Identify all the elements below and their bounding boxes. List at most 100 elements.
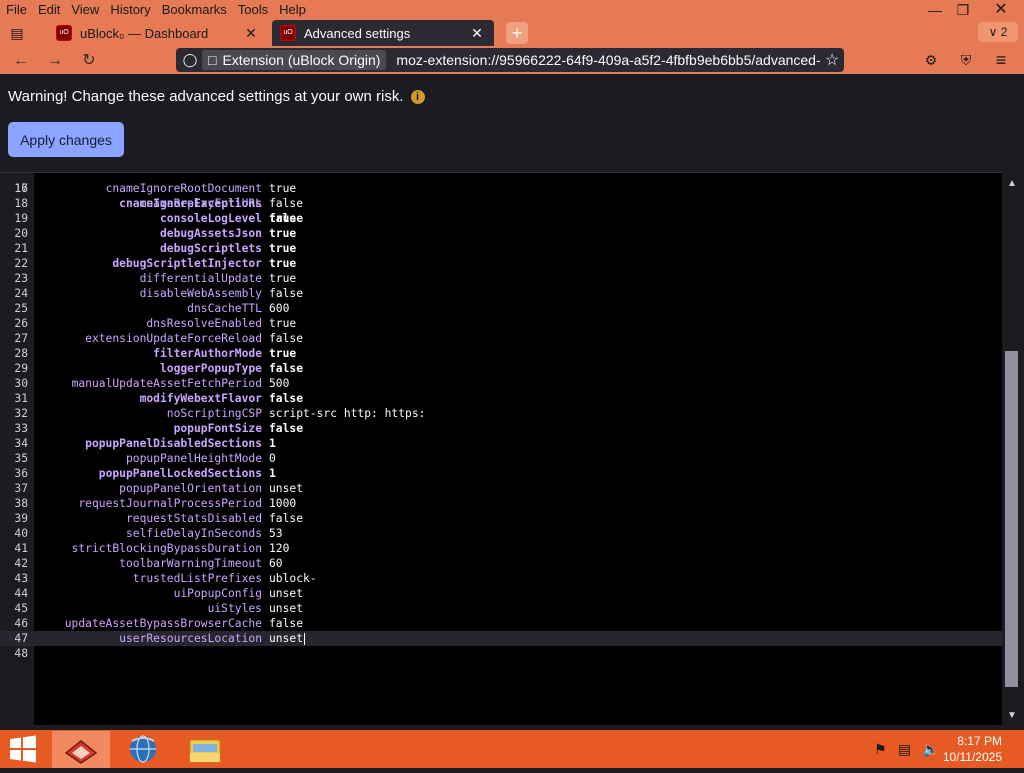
editor-line[interactable]: 26 dnsResolveEnabled true (0, 316, 1002, 331)
setting-value[interactable]: 600 (269, 301, 289, 316)
new-tab-icon[interactable]: + (506, 22, 528, 44)
setting-value[interactable]: unset (269, 601, 303, 616)
editor-line[interactable]: 34 popupPanelDisabledSections 1 (0, 436, 1002, 451)
editor-line[interactable]: 47 userResourcesLocation unset (0, 631, 1002, 646)
setting-value[interactable]: 1 (269, 436, 276, 451)
editor-line[interactable]: 44 uiPopupConfig unset (0, 586, 1002, 601)
setting-value[interactable]: false (269, 331, 303, 346)
editor-line[interactable]: 33 popupFontSize false (0, 421, 1002, 436)
menu-history[interactable]: History (104, 0, 155, 20)
setting-value[interactable]: false (269, 196, 303, 211)
setting-value[interactable]: false (269, 361, 303, 376)
menu-tools[interactable]: Tools (232, 0, 273, 20)
volume-icon[interactable]: 🔈 (922, 741, 939, 758)
editor-line[interactable]: 37 popupPanelOrientation unset (0, 481, 1002, 496)
editor-line[interactable]: 48 (0, 646, 1002, 661)
editor-line[interactable]: 45 uiStyles unset (0, 601, 1002, 616)
editor-line[interactable]: 42 toolbarWarningTimeout 60 (0, 556, 1002, 571)
forward-icon[interactable]: → (44, 50, 66, 72)
setting-value[interactable]: false (269, 511, 303, 526)
setting-value[interactable]: ublock- (269, 571, 317, 586)
menu-edit[interactable]: Edit (32, 0, 65, 20)
url-bar[interactable]: ◯ □ Extension (uBlock Origin) moz-extens… (176, 48, 844, 72)
setting-value[interactable]: 1000 (269, 496, 296, 511)
editor-line[interactable]: 20 debugAssetsJson true (0, 226, 1002, 241)
editor-line[interactable]: 24 disableWebAssembly false (0, 286, 1002, 301)
setting-value[interactable]: 500 (269, 376, 289, 391)
setting-value[interactable]: true (269, 271, 296, 286)
setting-value[interactable]: 0 (269, 451, 276, 466)
editor-line[interactable]: 30 manualUpdateAssetFetchPeriod 500 (0, 376, 1002, 391)
editor-line[interactable]: 28 filterAuthorMode true (0, 346, 1002, 361)
editor-line[interactable]: 38 requestJournalProcessPeriod 1000 (0, 496, 1002, 511)
menu-view[interactable]: View (65, 0, 104, 20)
editor-line[interactable]: 18 cnameReplayFullURL false (0, 196, 1002, 211)
editor-line[interactable]: 21 debugScriptlets true (0, 241, 1002, 256)
setting-value[interactable]: true (269, 256, 296, 271)
network-icon[interactable]: ▤ (898, 741, 911, 758)
editor-line[interactable]: 29 loggerPopupType false (0, 361, 1002, 376)
editor-line[interactable]: 36 popupPanelLockedSections 1 (0, 466, 1002, 481)
tab-advanced-settings[interactable]: uO Advanced settings ✕ (272, 20, 494, 46)
setting-value[interactable]: false (269, 391, 303, 406)
setting-value[interactable]: 60 (269, 556, 283, 571)
setting-value[interactable]: unset (269, 481, 303, 496)
settings-editor[interactable]: 16 cnameIgnoreExceptions true 17 cnameIgn… (0, 172, 1002, 725)
editor-line[interactable]: 27 extensionUpdateForceReload false (0, 331, 1002, 346)
setting-value[interactable]: false (269, 421, 303, 436)
taskbar-firefox-app[interactable] (52, 731, 110, 768)
reload-icon[interactable]: ↻ (78, 50, 100, 72)
tab-close-icon[interactable]: ✕ (244, 25, 258, 42)
menu-bookmarks[interactable]: Bookmarks (156, 0, 232, 20)
setting-value[interactable]: 1 (269, 466, 276, 481)
setting-value[interactable]: unset (269, 631, 303, 646)
back-icon[interactable]: ← (10, 50, 32, 72)
editor-line[interactable]: 39 requestStatsDisabled false (0, 511, 1002, 526)
editor-line[interactable]: 43 trustedListPrefixes ublock- (0, 571, 1002, 586)
editor-line[interactable]: 41 strictBlockingBypassDuration 120 (0, 541, 1002, 556)
editor-line[interactable]: 31 modifyWebextFlavor false (0, 391, 1002, 406)
editor-line[interactable]: 46 updateAssetBypassBrowserCache false (0, 616, 1002, 631)
editor-line[interactable]: 40 selfieDelayInSeconds 53 (0, 526, 1002, 541)
setting-value[interactable]: true (269, 346, 296, 361)
setting-value[interactable]: true (269, 226, 296, 241)
hamburger-menu-icon[interactable]: ≡ (990, 50, 1012, 70)
tab-ublock-dashboard[interactable]: uO uBlock₀ — Dashboard ✕ (48, 20, 268, 46)
tab-close-icon[interactable]: ✕ (470, 25, 484, 42)
action-center-flag-icon[interactable]: ⚑ (874, 741, 887, 758)
setting-value[interactable]: true (269, 241, 296, 256)
close-window-icon[interactable]: ✕ (986, 0, 1016, 20)
identity-box[interactable]: □ Extension (uBlock Origin) (202, 50, 387, 70)
scrollbar-thumb[interactable] (1005, 351, 1018, 687)
extensions-icon[interactable]: ⚙ (920, 50, 942, 70)
editor-line[interactable]: 25 dnsCacheTTL 600 (0, 301, 1002, 316)
menu-help[interactable]: Help (273, 0, 311, 20)
setting-value[interactable]: unset (269, 586, 303, 601)
minimize-icon[interactable]: — (920, 0, 950, 20)
menu-file[interactable]: File (0, 0, 32, 20)
tracking-protection-icon[interactable]: ◯ (182, 52, 198, 68)
editor-line[interactable]: 32 noScriptingCSP script-src http: https: (0, 406, 1002, 421)
restore-icon[interactable]: ❐ (948, 0, 978, 20)
setting-value[interactable]: script-src http: https: (269, 406, 425, 421)
setting-value[interactable]: false (269, 286, 303, 301)
editor-line[interactable]: 22 debugScriptletInjector true (0, 256, 1002, 271)
list-all-tabs-button[interactable]: ∨ 2 (978, 22, 1018, 42)
scroll-down-icon[interactable]: ▼ (1004, 710, 1020, 721)
taskbar-file-explorer-app[interactable] (176, 731, 234, 768)
bookmark-star-icon[interactable]: ☆ (820, 50, 844, 70)
scroll-up-icon[interactable]: ▲ (1004, 178, 1020, 189)
windows-start-icon[interactable] (8, 735, 38, 763)
setting-value[interactable]: 120 (269, 541, 289, 556)
setting-value[interactable]: true (269, 316, 296, 331)
tab-overview-icon[interactable]: ▤ (6, 23, 28, 43)
taskbar-browser-app[interactable] (114, 731, 172, 768)
setting-value[interactable]: 53 (269, 526, 283, 541)
setting-value[interactable]: true (269, 181, 296, 196)
editor-line[interactable]: 17 cnameIgnoreRootDocument true (0, 181, 1002, 196)
setting-value[interactable]: false (269, 616, 303, 631)
setting-value[interactable]: false (269, 211, 303, 226)
taskbar-clock[interactable]: 8:17 PM 10/11/2025 (943, 733, 1002, 765)
apply-changes-button[interactable]: Apply changes (8, 122, 124, 157)
ublock-toolbar-icon[interactable]: ⛨ (955, 50, 977, 70)
